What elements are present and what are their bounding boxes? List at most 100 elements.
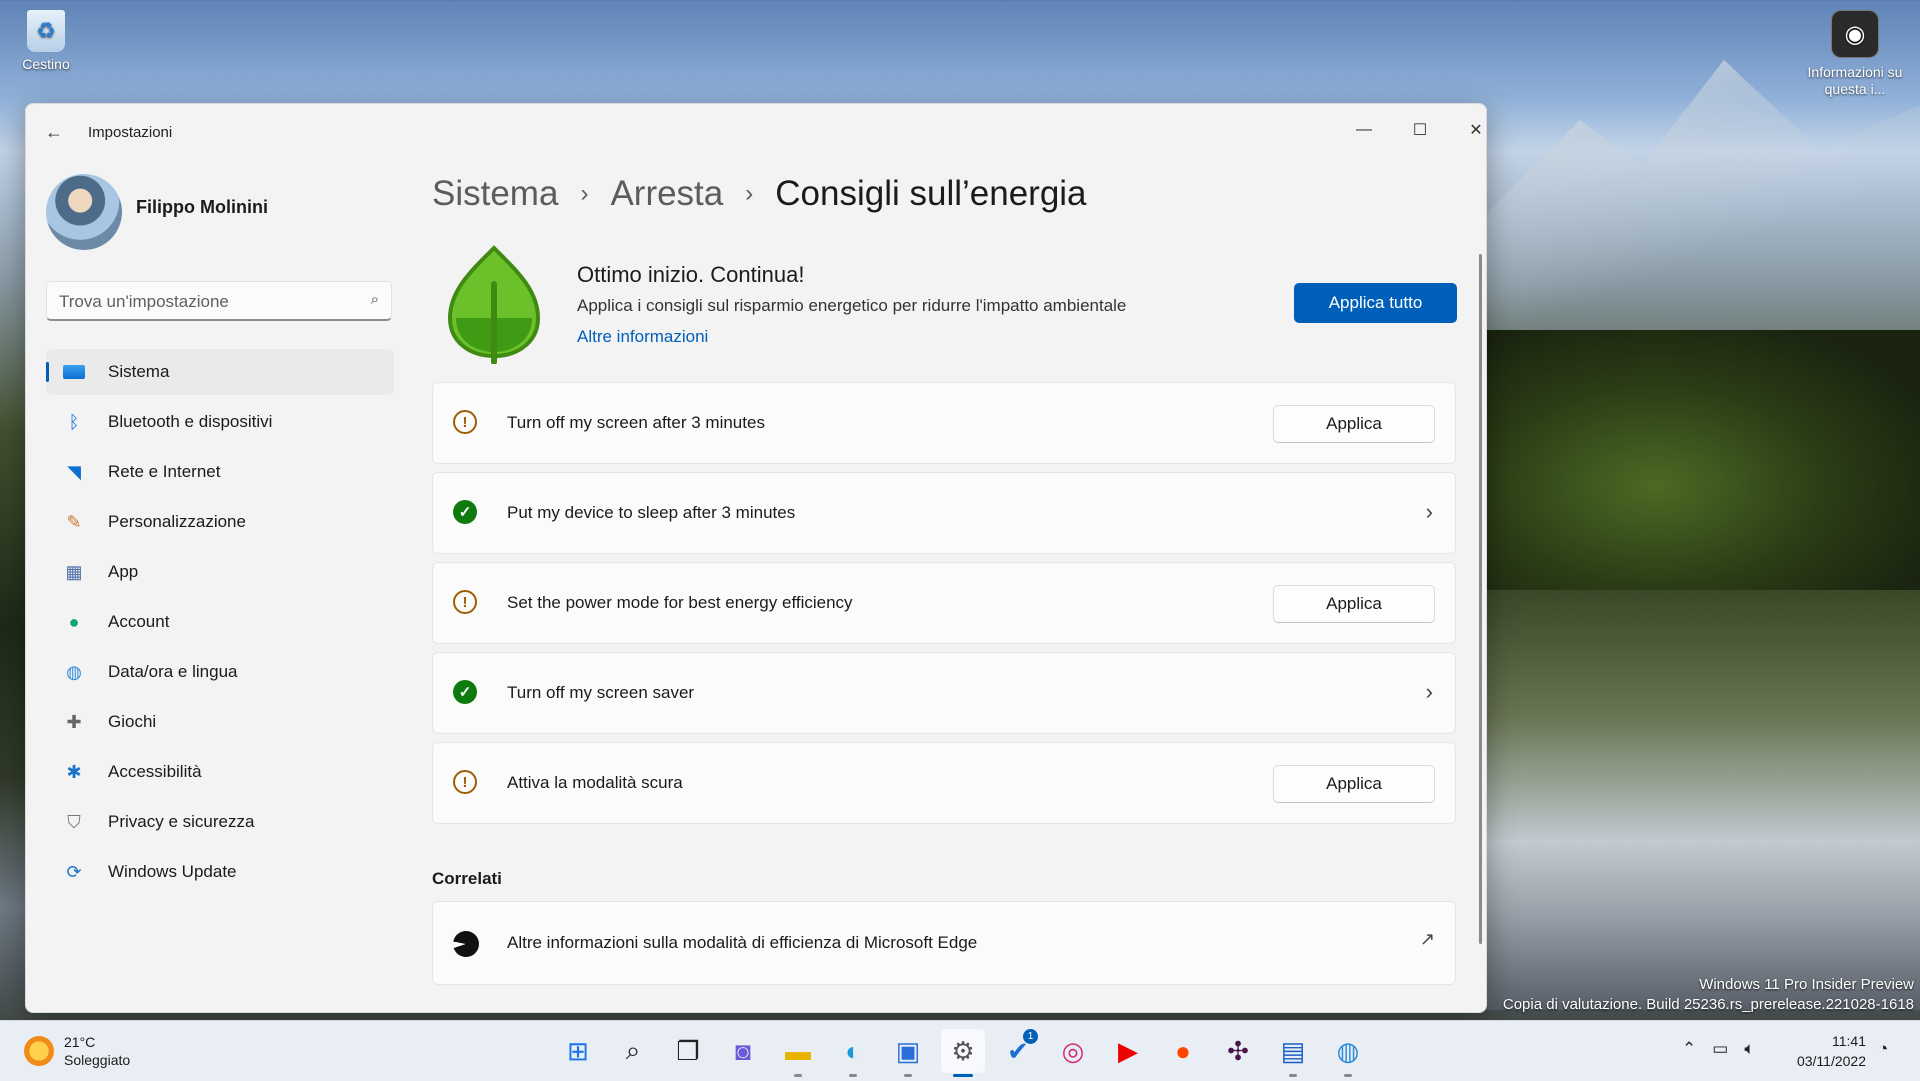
recommendation-card: ! Turn off my screen after 3 minutes App… <box>432 382 1456 464</box>
accessibility-icon: ✱ <box>66 761 82 782</box>
system-icon <box>60 361 88 383</box>
globe-app-icon[interactable]: ◍ <box>1326 1029 1370 1077</box>
wallpaper-forest <box>1480 330 1920 590</box>
sidebar-item-privacy[interactable]: ⛉ Privacy e sicurezza <box>46 799 394 845</box>
sidebar-nav: Sistema ᛒ Bluetooth e dispositivi ◥ Rete… <box>46 349 394 899</box>
sidebar-item-label: Personalizzazione <box>108 512 246 531</box>
close-button[interactable]: ✕ <box>1454 112 1486 148</box>
sidebar-item-giochi[interactable]: ✚ Giochi <box>46 699 394 745</box>
sidebar-item-label: Sistema <box>108 362 170 381</box>
sidebar-item-accessibilita[interactable]: ✱ Accessibilità <box>46 749 394 795</box>
apps-icon: ▦ <box>65 561 83 582</box>
breadcrumb-sistema[interactable]: Sistema <box>432 174 558 214</box>
recommendation-label: Set the power mode for best energy effic… <box>507 593 853 612</box>
running-indicator <box>849 1074 857 1077</box>
related-label: Altre informazioni sulla modalità di eff… <box>507 933 978 952</box>
sidebar-item-app[interactable]: ▦ App <box>46 549 394 595</box>
slack-icon[interactable]: ✣ <box>1216 1029 1260 1073</box>
search-icon[interactable]: ⌕ <box>371 291 379 308</box>
task-view-icon[interactable]: ❐ <box>666 1029 710 1073</box>
store-icon[interactable]: ▣ <box>886 1029 930 1077</box>
sidebar-item-label: Accessibilità <box>108 762 202 781</box>
sidebar-item-rete[interactable]: ◥ Rete e Internet <box>46 449 394 495</box>
search-icon[interactable]: ⌕ <box>611 1029 655 1073</box>
settings-search[interactable]: ⌕ <box>46 281 392 321</box>
profile-name: Filippo Molinini <box>136 197 268 217</box>
sidebar-item-data-ora[interactable]: ◍ Data/ora e lingua <box>46 649 394 695</box>
watermark-line2: Copia di valutazione. Build 25236.rs_pre… <box>1502 996 1914 1013</box>
sidebar-item-personalizzazione[interactable]: ✎ Personalizzazione <box>46 499 394 545</box>
youtube-icon[interactable]: ▶ <box>1106 1029 1150 1073</box>
title-bar: ← Impostazioni ― ☐ ✕ <box>26 104 1486 162</box>
more-info-link[interactable]: Altre informazioni <box>577 327 708 347</box>
back-arrow-icon[interactable]: ← <box>42 120 66 144</box>
search-input[interactable] <box>57 289 351 315</box>
apply-button[interactable]: Applica <box>1273 585 1435 623</box>
recycle-bin-desktop-icon[interactable]: ♻ Cestino <box>16 10 76 72</box>
todo-icon[interactable]: ✔ 1 <box>996 1029 1040 1073</box>
scrollbar[interactable] <box>1479 254 1482 944</box>
sidebar-item-label: Data/ora e lingua <box>108 662 238 681</box>
recommendation-label: Turn off my screen after 3 minutes <box>507 413 765 432</box>
network-icon[interactable]: ▭ <box>1712 1039 1728 1059</box>
news-icon[interactable]: ▤ <box>1271 1029 1315 1077</box>
reddit-icon[interactable]: ● <box>1161 1029 1205 1073</box>
breadcrumb-chevron-icon: › <box>580 180 589 207</box>
weather-widget[interactable]: 21°C Soleggiato <box>24 1029 130 1073</box>
instagram-icon[interactable]: ◎ <box>1051 1029 1095 1073</box>
related-section-title: Correlati <box>432 869 502 888</box>
edge-icon[interactable]: ◐ <box>831 1029 875 1077</box>
breadcrumb-arresta[interactable]: Arresta <box>610 174 723 214</box>
clock-time: 11:41 <box>1832 1033 1866 1049</box>
checkmark-icon: ✓ <box>453 680 477 704</box>
info-desktop-icon[interactable]: ◉ Informazioni su questa i... <box>1800 10 1910 98</box>
recommendation-label: Turn off my screen saver <box>507 683 695 702</box>
apply-button[interactable]: Applica <box>1273 405 1435 443</box>
chevron-up-icon[interactable]: ⌃ <box>1682 1039 1696 1059</box>
notification-bell-icon[interactable]: ◔ <box>1878 1039 1888 1059</box>
recommendation-card: ! Set the power mode for best energy eff… <box>432 562 1456 644</box>
apply-all-button[interactable]: Applica tutto <box>1294 283 1457 323</box>
clock-date: 03/11/2022 <box>1796 1053 1866 1069</box>
recommendation-list: ! Turn off my screen after 3 minutes App… <box>432 382 1456 832</box>
sidebar-item-bluetooth[interactable]: ᛒ Bluetooth e dispositivi <box>46 399 394 445</box>
apply-button[interactable]: Applica <box>1273 765 1435 803</box>
chevron-right-icon[interactable]: › <box>1426 679 1433 705</box>
gamepad-icon: ✚ <box>66 711 82 732</box>
running-indicator <box>1344 1074 1352 1077</box>
start-icon[interactable]: ⊞ <box>556 1029 600 1073</box>
running-indicator <box>794 1074 802 1077</box>
chevron-right-icon[interactable]: › <box>1426 499 1433 525</box>
running-indicator <box>904 1074 912 1077</box>
sidebar-item-label: Account <box>108 612 170 631</box>
wallpaper-mountains <box>1460 60 1920 360</box>
clock[interactable]: 11:41 03/11/2022 <box>1790 1031 1866 1071</box>
update-icon: ⟳ <box>66 861 82 882</box>
taskbar-apps: ⊞ ⌕ ❐ ◙ ▬ ◐ ▣ ⚙ ✔ 1 ◎ ▶ ● ✣ ▤ ◍ <box>556 1029 1381 1077</box>
file-explorer-icon[interactable]: ▬ <box>776 1029 820 1077</box>
recommendation-card: ! Attiva la modalità scura Applica <box>432 742 1456 824</box>
volume-icon[interactable]: 🔈︎ <box>1744 1039 1754 1059</box>
leaf-icon <box>447 245 541 364</box>
info-desktop-label: Informazioni su questa i... <box>1807 64 1903 97</box>
account-icon: ● <box>68 611 80 632</box>
related-edge-link[interactable]: Altre informazioni sulla modalità di eff… <box>432 901 1456 985</box>
notification-badge: 1 <box>1023 1029 1038 1044</box>
sidebar-item-account[interactable]: ● Account <box>46 599 394 645</box>
maximize-button[interactable]: ☐ <box>1398 112 1442 148</box>
running-indicator <box>1289 1074 1297 1077</box>
sidebar-item-label: Rete e Internet <box>108 462 221 481</box>
warning-icon: ! <box>453 770 477 794</box>
settings-icon[interactable]: ⚙ <box>941 1029 985 1077</box>
chat-icon[interactable]: ◙ <box>721 1029 765 1073</box>
sidebar-item-windows-update[interactable]: ⟳ Windows Update <box>46 849 394 895</box>
weather-desc: Soleggiato <box>64 1052 131 1068</box>
recommendation-card[interactable]: ✓ Turn off my screen saver › <box>432 652 1456 734</box>
settings-window: ← Impostazioni ― ☐ ✕ Filippo Molinini ⌕ … <box>25 103 1487 1013</box>
sidebar-item-sistema[interactable]: Sistema <box>46 349 394 395</box>
recommendation-card[interactable]: ✓ Put my device to sleep after 3 minutes… <box>432 472 1456 554</box>
user-profile[interactable]: Filippo Molinini <box>46 174 366 250</box>
camera-icon: ◉ <box>1831 10 1879 58</box>
minimize-button[interactable]: ― <box>1342 112 1386 148</box>
hero-description: Applica i consigli sul risparmio energet… <box>577 296 1127 315</box>
